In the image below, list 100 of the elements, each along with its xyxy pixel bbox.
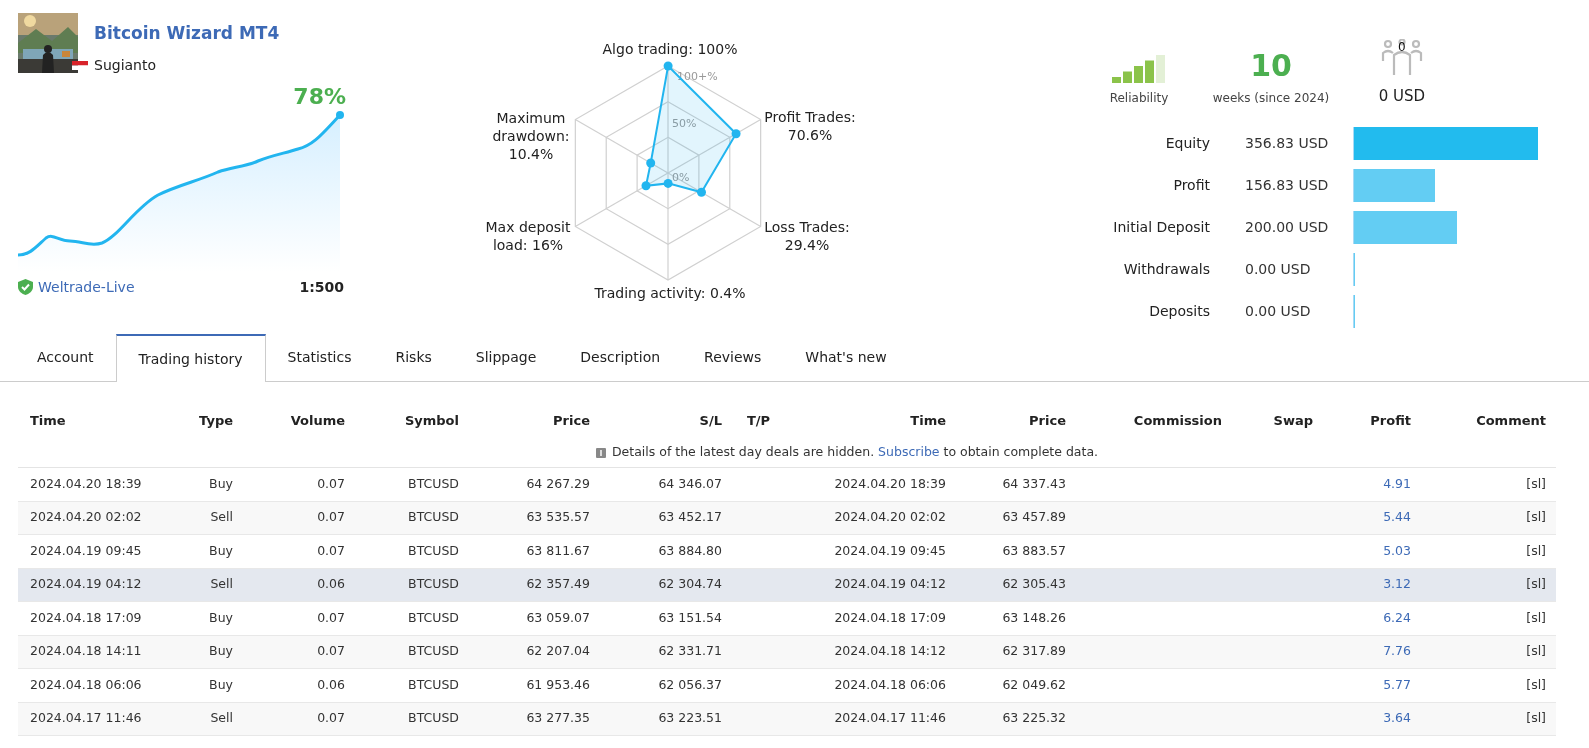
table-cell-text: [sl] (1525, 608, 1546, 627)
table-cell-text: 6.24 (1382, 608, 1411, 627)
table-cell-text: 2024.04.20 18:39 (30, 474, 143, 493)
table-cell-text: BTCUSD (407, 675, 459, 694)
table-cell-text: [sl] (1525, 575, 1546, 594)
table-cell-text: 62 317.89 (1001, 642, 1066, 661)
column-header: Swap (1272, 412, 1313, 431)
server-name[interactable]: Weltrade-Live (38, 276, 135, 298)
radar-label: Max deposit load: 16% (484, 218, 572, 254)
table-cell-text: [sl] (1525, 642, 1546, 661)
column-header: Price (552, 412, 590, 431)
balance-label: Initial Deposit (1112, 218, 1210, 237)
table-cell-text: Sell (209, 709, 233, 728)
balance-label: Withdrawals (1122, 260, 1210, 279)
table-cell-text: 0.07 (316, 474, 345, 493)
table-cell-text: 2024.04.18 14:11 (30, 642, 143, 661)
table-cell-text: BTCUSD (407, 608, 459, 627)
reliability-label: Reliability (1109, 90, 1169, 107)
table-cell-text: 62 207.04 (525, 642, 590, 661)
balance-value: 200.00 USD (1245, 218, 1330, 237)
table-cell-text: 63 884.80 (657, 541, 722, 560)
table-cell-text: 63 148.26 (1001, 608, 1066, 627)
tab[interactable]: Account (15, 334, 116, 381)
table-cell-text: 2024.04.18 06:06 (833, 675, 946, 694)
table-cell-text: 63 457.89 (1001, 508, 1066, 527)
flag-icon (72, 60, 88, 70)
column-header: S/L (698, 412, 722, 431)
table-cell-text: 2024.04.20 02:02 (833, 508, 946, 527)
table-cell-text: 2024.04.18 17:09 (833, 608, 946, 627)
radar-label: Loss Trades: 29.4% (763, 218, 851, 254)
table-cell-text: 64 346.07 (657, 474, 722, 493)
tab[interactable]: What's new (783, 334, 909, 381)
table-cell-text: 0.07 (316, 541, 345, 560)
table-cell-text: 63 223.51 (657, 709, 722, 728)
table-cell-text: 62 049.62 (1001, 675, 1066, 694)
table-cell-text: [sl] (1525, 508, 1546, 527)
table-cell-text: 63 277.35 (525, 709, 590, 728)
table-cell-text: 2024.04.18 14:12 (833, 642, 946, 661)
balance-label: Equity (1164, 134, 1210, 153)
subscribers-amount: 0 USD (1378, 85, 1426, 107)
tab[interactable]: Statistics (265, 334, 374, 381)
balance-value: 356.83 USD (1245, 134, 1330, 153)
table-cell-text: [sl] (1525, 675, 1546, 694)
balance-value: 156.83 USD (1245, 176, 1330, 195)
column-header: Type (198, 412, 233, 431)
table-cell-text: 5.77 (1382, 675, 1411, 694)
balance-value: 0.00 USD (1245, 302, 1312, 321)
table-cell-text: BTCUSD (407, 508, 459, 527)
table-cell-text: 5.44 (1382, 508, 1411, 527)
balance-value: 0.00 USD (1245, 260, 1312, 279)
table-cell-text: 63 811.67 (525, 541, 590, 560)
table-cell-text: 0.07 (316, 608, 345, 627)
table-cell-text: 2024.04.19 04:12 (30, 575, 143, 594)
growth-value: 78% (293, 85, 346, 108)
table-cell-text: 0.07 (316, 642, 345, 661)
balance-label: Profit (1172, 176, 1210, 195)
table-cell-text: 62 305.43 (1001, 575, 1066, 594)
table-cell-text: 62 304.74 (657, 575, 722, 594)
table-cell-text: BTCUSD (407, 642, 459, 661)
tab[interactable]: Description (558, 334, 683, 381)
table-cell-text: 2024.04.17 11:46 (30, 709, 143, 728)
column-header: Time (30, 412, 67, 431)
shield-check-icon (18, 279, 33, 295)
table-cell-text: Sell (209, 508, 233, 527)
balance-label: Deposits (1148, 302, 1210, 321)
table-row[interactable]: 2024.04.20 02:02 Sell 0.07 BTCUSD 63 535.57 63 452.17 2024.04.20 02:02 63 457.89 5.44 [sl] (18, 501, 1556, 535)
weeks-label: weeks (since 2024) (1212, 90, 1330, 107)
table-cell-text: BTCUSD (407, 709, 459, 728)
table-cell-text: 5.03 (1382, 541, 1411, 560)
table-cell-text: 2024.04.18 06:06 (30, 675, 143, 694)
column-header: Time (909, 412, 946, 431)
tab[interactable]: Trading history (115, 334, 266, 382)
tab[interactable]: Slippage (453, 334, 559, 381)
table-cell-text: 63 535.57 (525, 508, 590, 527)
table-cell-text: 64 337.43 (1001, 474, 1066, 493)
radar-label: Trading activity: 0.4% (593, 284, 747, 302)
table-cell-text: Buy (208, 474, 233, 493)
tab[interactable]: Reviews (682, 334, 784, 381)
table-cell-text: 0.07 (316, 709, 345, 728)
radar-label: Algo trading: 100% (601, 40, 739, 58)
table-cell-text: 61 953.46 (525, 675, 590, 694)
table-row[interactable]: 2024.04.18 14:11 Buy 0.07 BTCUSD 62 207.04 62 331.71 2024.04.18 14:12 62 317.89 7.76 [sl] (18, 635, 1556, 669)
table-cell-text: Buy (208, 642, 233, 661)
table-cell-text: 62 357.49 (525, 575, 590, 594)
table-cell-text: 62 056.37 (657, 675, 722, 694)
subscribe-link[interactable]: Subscribe (878, 444, 940, 460)
tab[interactable]: Risks (373, 334, 454, 381)
weeks-count: 10 (1250, 51, 1292, 81)
signal-title[interactable]: Bitcoin Wizard MT4 (94, 21, 280, 47)
scale-label: 50% (672, 118, 697, 129)
author-name[interactable]: Sugianto (94, 54, 157, 76)
table-cell-text: 2024.04.19 09:45 (833, 541, 946, 560)
table-row[interactable]: 2024.04.17 11:46 Sell 0.07 BTCUSD 63 277.35 63 223.51 2024.04.17 11:46 63 225.32 3.64 [sl] (18, 702, 1556, 736)
table-cell-text: 63 883.57 (1001, 541, 1066, 560)
table-cell-text: 63 452.17 (657, 508, 722, 527)
table-row[interactable]: 2024.04.19 04:12 Sell 0.06 BTCUSD 62 357.49 62 304.74 2024.04.19 04:12 62 305.43 3.12 [sl] (18, 568, 1556, 602)
subscribers-count: 0 (1398, 40, 1406, 53)
table-cell-text: 0.07 (316, 508, 345, 527)
table-cell-text: 63 151.54 (657, 608, 722, 627)
scale-label: 0% (672, 172, 690, 183)
